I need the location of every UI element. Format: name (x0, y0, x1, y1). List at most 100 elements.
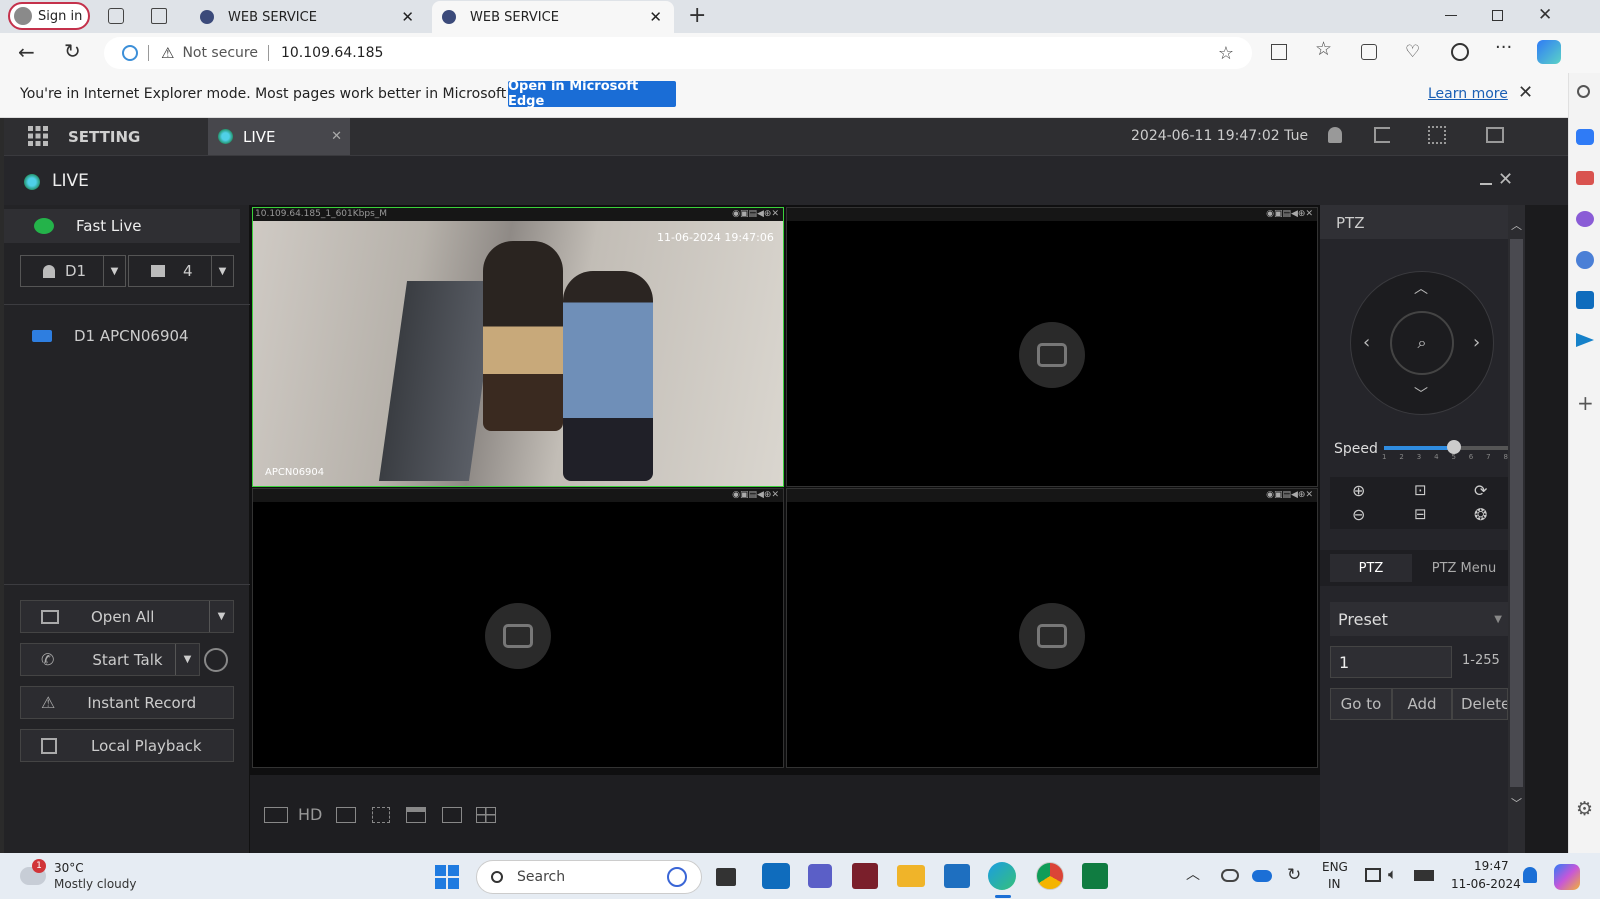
file-explorer-icon[interactable] (897, 865, 925, 887)
focus-near-icon[interactable]: ⊡ (1414, 481, 1427, 499)
favorites-icon[interactable]: ☆ (1315, 38, 1332, 60)
tab-actions-icon[interactable] (151, 8, 167, 24)
weather-widget[interactable]: 1 30°C Mostly cloudy (18, 859, 158, 893)
arrow-down-icon[interactable]: ﹀ (1414, 384, 1428, 404)
qr-code-icon[interactable] (1428, 126, 1446, 144)
close-window-icon[interactable]: ✕ (1538, 5, 1552, 25)
workspaces-icon[interactable] (108, 8, 124, 24)
scrollbar-thumb[interactable] (1510, 239, 1523, 787)
taskbar-search[interactable]: Search (476, 860, 702, 894)
edge-taskbar-icon[interactable] (988, 862, 1016, 890)
tab-close-icon[interactable]: ✕ (649, 8, 662, 26)
chevron-down-icon[interactable]: ▼ (103, 256, 125, 286)
volume-icon[interactable]: 🔈︎ (1388, 865, 1397, 883)
minimize-icon[interactable] (1445, 15, 1457, 16)
live-tab[interactable]: LIVE ✕ (208, 118, 350, 155)
office-icon[interactable] (1576, 251, 1594, 269)
tools-icon[interactable] (1576, 171, 1594, 185)
video-cell-1[interactable]: 10.109.64.185_1_601Kbps_M ◉▣▤◀⊕✕ 11-06-2… (252, 207, 784, 487)
open-all-button[interactable]: Open All ▼ (20, 600, 234, 633)
profile-button[interactable]: Sign in (8, 2, 90, 30)
notification-bell-icon[interactable] (1523, 867, 1537, 883)
close-panel-icon[interactable]: ✕ (1498, 169, 1513, 190)
sync-icon[interactable]: ↻ (1287, 865, 1301, 885)
talk-status-indicator[interactable] (204, 648, 228, 672)
browser-tab-2[interactable]: WEB SERVICE ✕ (432, 1, 674, 33)
security-label[interactable]: Not secure (182, 45, 258, 61)
preset-number-input[interactable]: 1 (1330, 646, 1452, 678)
chevron-down-icon[interactable]: ▼ (175, 644, 199, 675)
chevron-down-icon[interactable]: ▼ (209, 601, 233, 632)
outlook-icon[interactable] (1576, 291, 1594, 309)
display-icon[interactable] (1365, 868, 1381, 882)
vertical-scrollbar[interactable]: ︿ ﹀ (1508, 205, 1525, 853)
video-cell-3[interactable]: ◉▣▤◀⊕✕ (252, 488, 784, 768)
speed-slider[interactable] (1384, 440, 1508, 454)
onedrive-icon[interactable] (1252, 870, 1272, 882)
address-bar[interactable]: ⚠ Not secure 10.109.64.185 ☆ (104, 37, 1252, 69)
settings-icon[interactable]: ⚙ (1576, 798, 1593, 820)
arrow-left-icon[interactable]: ‹ (1363, 332, 1370, 353)
ptz-direction-pad[interactable]: ︿ ﹀ ‹ › ⌕ (1350, 271, 1494, 415)
video-cell-2[interactable]: ◉▣▤◀⊕✕ (786, 207, 1318, 487)
fast-live-header[interactable]: Fast Live (4, 209, 240, 243)
teams-taskbar-icon[interactable] (808, 864, 832, 888)
fit-screen-icon[interactable] (372, 807, 390, 823)
back-icon[interactable]: ← (18, 40, 35, 64)
delete-button[interactable]: Delete (1452, 688, 1508, 720)
refresh-icon[interactable]: ↻ (64, 39, 81, 63)
scroll-down-icon[interactable]: ﹀ (1511, 795, 1522, 811)
outlook-taskbar-icon[interactable] (762, 863, 790, 889)
minimize-panel-icon[interactable] (1480, 183, 1492, 185)
speed-slider-handle[interactable] (1447, 440, 1461, 454)
favorite-star-icon[interactable]: ☆ (1218, 43, 1234, 64)
copilot-icon[interactable] (1537, 40, 1561, 64)
live-tab-close-icon[interactable]: ✕ (331, 129, 342, 144)
tab-ptz[interactable]: PTZ (1330, 554, 1412, 582)
fullscreen-icon[interactable] (1486, 127, 1504, 143)
layout-select[interactable]: 4 ▼ (128, 255, 234, 287)
ptz-center-zoom-icon[interactable]: ⌕ (1390, 311, 1454, 375)
network-icon[interactable] (1221, 869, 1239, 882)
single-view-icon[interactable] (406, 807, 426, 823)
add-icon[interactable]: + (1577, 391, 1594, 415)
fullscreen-view-icon[interactable] (442, 807, 462, 823)
restore-icon[interactable] (1492, 10, 1503, 21)
copilot-taskbar-icon[interactable] (1554, 864, 1580, 890)
collections-icon[interactable] (1361, 44, 1377, 60)
close-notice-icon[interactable]: ✕ (1518, 82, 1533, 103)
video-cell-4[interactable]: ◉▣▤◀⊕✕ (786, 488, 1318, 768)
local-playback-button[interactable]: Local Playback (20, 729, 234, 762)
scroll-up-icon[interactable]: ︿ (1511, 217, 1522, 233)
send-icon[interactable] (1576, 333, 1594, 347)
app-taskbar-icon[interactable] (944, 864, 970, 888)
instant-record-button[interactable]: ⚠ Instant Record (20, 686, 234, 719)
people-icon[interactable] (1576, 211, 1594, 227)
ie-mode-icon[interactable] (122, 45, 138, 61)
search-icon[interactable] (1577, 85, 1590, 98)
ie-reload-icon[interactable] (1451, 43, 1469, 61)
preset-select[interactable]: Preset ▼ (1330, 602, 1508, 636)
channel-item[interactable]: D1 APCN06904 (32, 327, 189, 345)
cell-controls-icon[interactable]: ◉▣▤◀⊕✕ (1266, 208, 1313, 221)
excel-taskbar-icon[interactable] (1082, 863, 1108, 889)
chrome-taskbar-icon[interactable] (1036, 862, 1064, 890)
stretch-icon[interactable] (336, 807, 356, 823)
language-secondary[interactable]: IN (1328, 877, 1341, 891)
zoom-in-icon[interactable]: ⊕ (1352, 481, 1365, 500)
cell-controls-icon[interactable]: ◉▣▤◀⊕✕ (732, 208, 779, 221)
chevron-up-icon[interactable]: ︿ (1186, 864, 1200, 884)
battery-icon[interactable] (1414, 870, 1434, 881)
zoom-out-icon[interactable]: ⊖ (1352, 505, 1365, 524)
more-menu-icon[interactable]: ··· (1495, 37, 1512, 58)
focus-far-icon[interactable]: ⊟ (1414, 505, 1427, 523)
arrow-right-icon[interactable]: › (1473, 332, 1480, 353)
goto-button[interactable]: Go to (1330, 688, 1392, 720)
logout-icon[interactable] (1374, 127, 1390, 143)
shopping-icon[interactable] (1576, 129, 1594, 145)
clock-date[interactable]: 11-06-2024 (1451, 877, 1521, 891)
language-primary[interactable]: ENG (1322, 860, 1348, 874)
aspect-ratio-icon[interactable] (264, 807, 288, 823)
app-taskbar-icon[interactable] (852, 863, 878, 889)
tab-close-icon[interactable]: ✕ (401, 8, 414, 26)
